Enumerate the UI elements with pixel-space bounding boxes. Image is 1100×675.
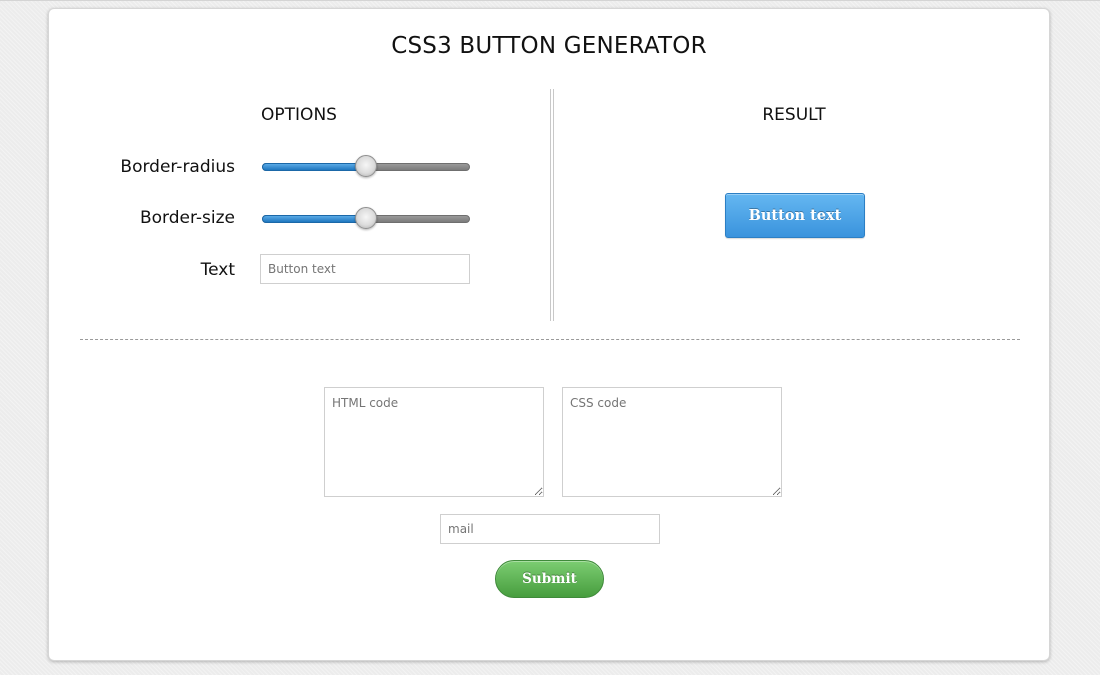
css-code-textarea[interactable]: [562, 387, 782, 497]
slider-fill: [262, 215, 366, 223]
submit-button[interactable]: Submit: [495, 560, 604, 598]
border-radius-slider[interactable]: [262, 155, 470, 177]
vertical-divider: [550, 89, 554, 321]
text-label: Text: [200, 260, 235, 280]
border-size-slider[interactable]: [262, 207, 470, 229]
preview-button[interactable]: Button text: [725, 193, 865, 238]
slider-knob[interactable]: [355, 155, 377, 177]
top-border-line: [0, 0, 1100, 1]
options-heading: OPTIONS: [261, 105, 337, 125]
slider-fill: [262, 163, 366, 171]
mail-input[interactable]: [440, 514, 660, 544]
border-radius-label: Border-radius: [120, 157, 235, 177]
slider-knob[interactable]: [355, 207, 377, 229]
page-title: CSS3 BUTTON GENERATOR: [391, 33, 707, 59]
border-size-label: Border-size: [139, 208, 235, 228]
button-text-input[interactable]: [260, 254, 470, 284]
result-heading: RESULT: [762, 105, 826, 125]
horizontal-divider: [80, 339, 1020, 340]
generator-panel: CSS3 BUTTON GENERATOR OPTIONS RESULT Bor…: [48, 8, 1050, 661]
html-code-textarea[interactable]: [324, 387, 544, 497]
